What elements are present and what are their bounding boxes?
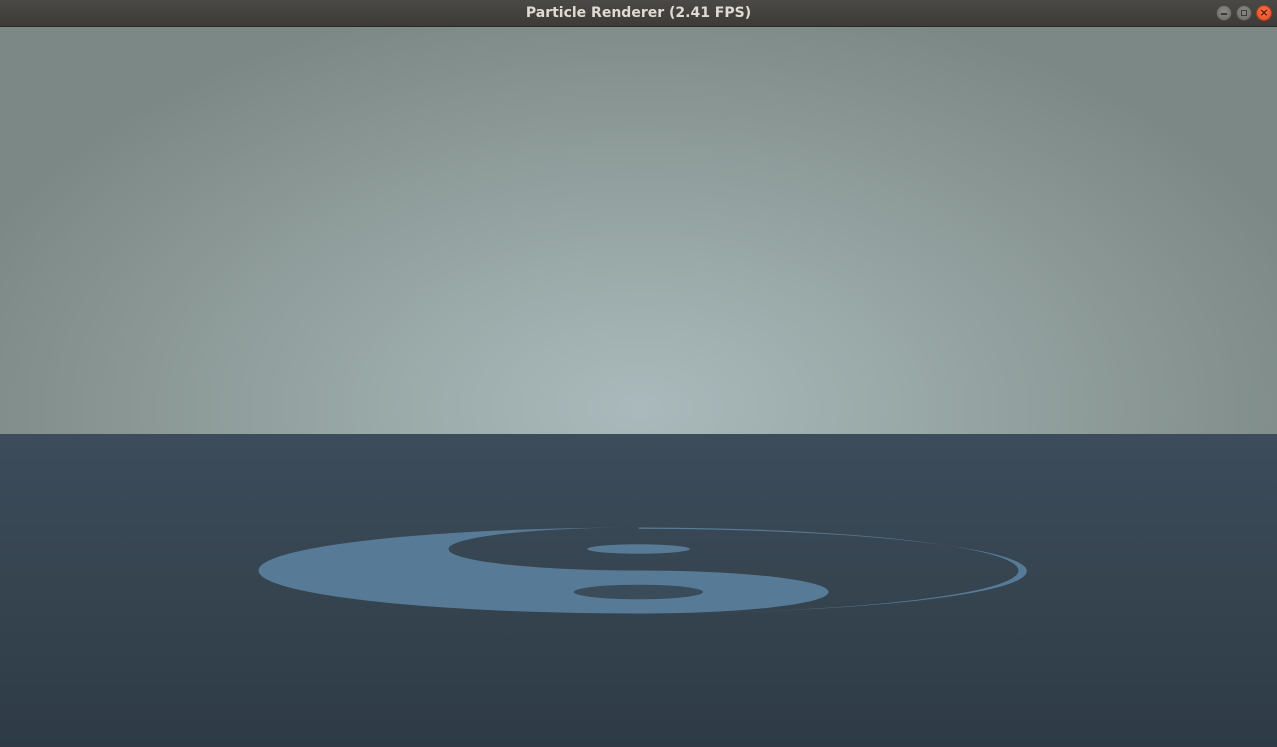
minimize-button[interactable] (1216, 5, 1232, 21)
close-button[interactable]: × (1256, 5, 1272, 21)
app-window: Particle Renderer (2.41 FPS) × (0, 0, 1277, 747)
maximize-button[interactable] (1236, 5, 1252, 21)
close-icon: × (1259, 6, 1269, 19)
title-bar[interactable]: Particle Renderer (2.41 FPS) × (0, 0, 1277, 27)
window-title: Particle Renderer (2.41 FPS) (525, 5, 752, 21)
window-controls: × (1216, 5, 1272, 21)
maximize-icon (1241, 10, 1247, 16)
render-viewport[interactable] (0, 27, 1277, 747)
yin-yang-icon (258, 527, 1027, 614)
minimize-icon (1221, 13, 1227, 15)
